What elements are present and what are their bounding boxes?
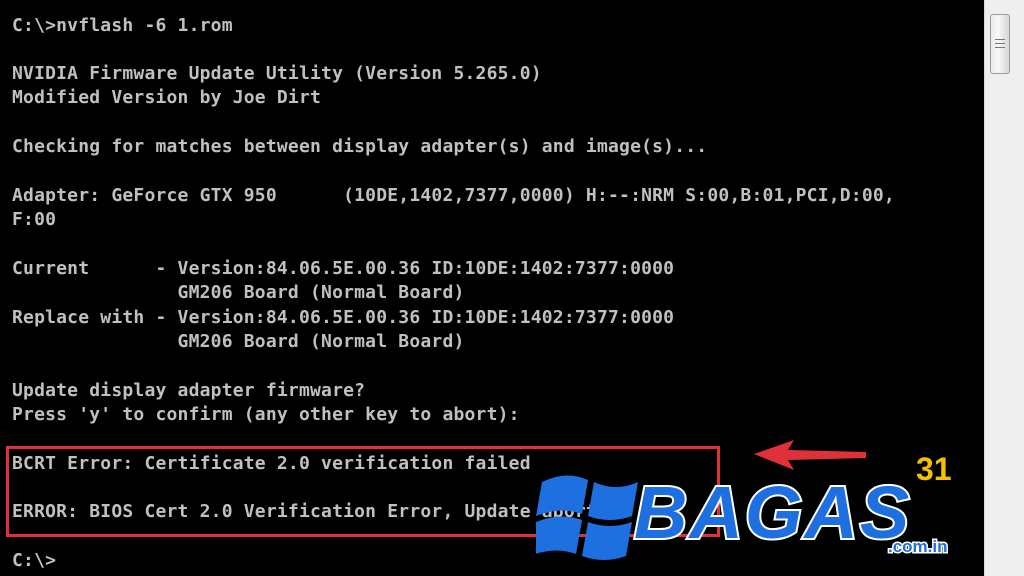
console-line-prompt: C:\>: [12, 550, 57, 571]
console-line-adapter-cont: F:00: [12, 209, 57, 230]
arrow-left-icon: [754, 440, 866, 470]
brand-superscript: 31: [916, 451, 952, 487]
console-line-replace: Replace with - Version:84.06.5E.00.36 ID…: [12, 307, 675, 328]
console-line-confirm-prompt: Press 'y' to confirm (any other key to a…: [12, 404, 520, 425]
console-line-current-board: GM206 Board (Normal Board): [12, 282, 465, 303]
scroll-thumb[interactable]: [990, 14, 1010, 74]
windows-flag-icon: [536, 475, 638, 560]
thumb-grip-line: [995, 43, 1005, 44]
console-line-command: C:\>nvflash -6 1.rom: [12, 15, 233, 36]
brand-text: BAGAS: [634, 471, 911, 554]
console-line-adapter: Adapter: GeForce GTX 950 (10DE,1402,7377…: [12, 185, 895, 206]
console-line-replace-board: GM206 Board (Normal Board): [12, 331, 465, 352]
thumb-grip-line: [995, 47, 1005, 48]
console-line-current: Current - Version:84.06.5E.00.36 ID:10DE…: [12, 258, 675, 279]
console-line-update-prompt: Update display adapter firmware?: [12, 380, 366, 401]
vertical-scrollbar[interactable]: [984, 0, 1024, 576]
console-line-modified-by: Modified Version by Joe Dirt: [12, 87, 322, 108]
console-line-utility-title: NVIDIA Firmware Update Utility (Version …: [12, 63, 542, 84]
thumb-grip-line: [995, 39, 1005, 40]
brand-domain: .com.in: [888, 537, 948, 556]
console-line-checking: Checking for matches between display ada…: [12, 136, 708, 157]
bagas31-watermark: BAGAS 31 .com.in: [536, 440, 952, 560]
